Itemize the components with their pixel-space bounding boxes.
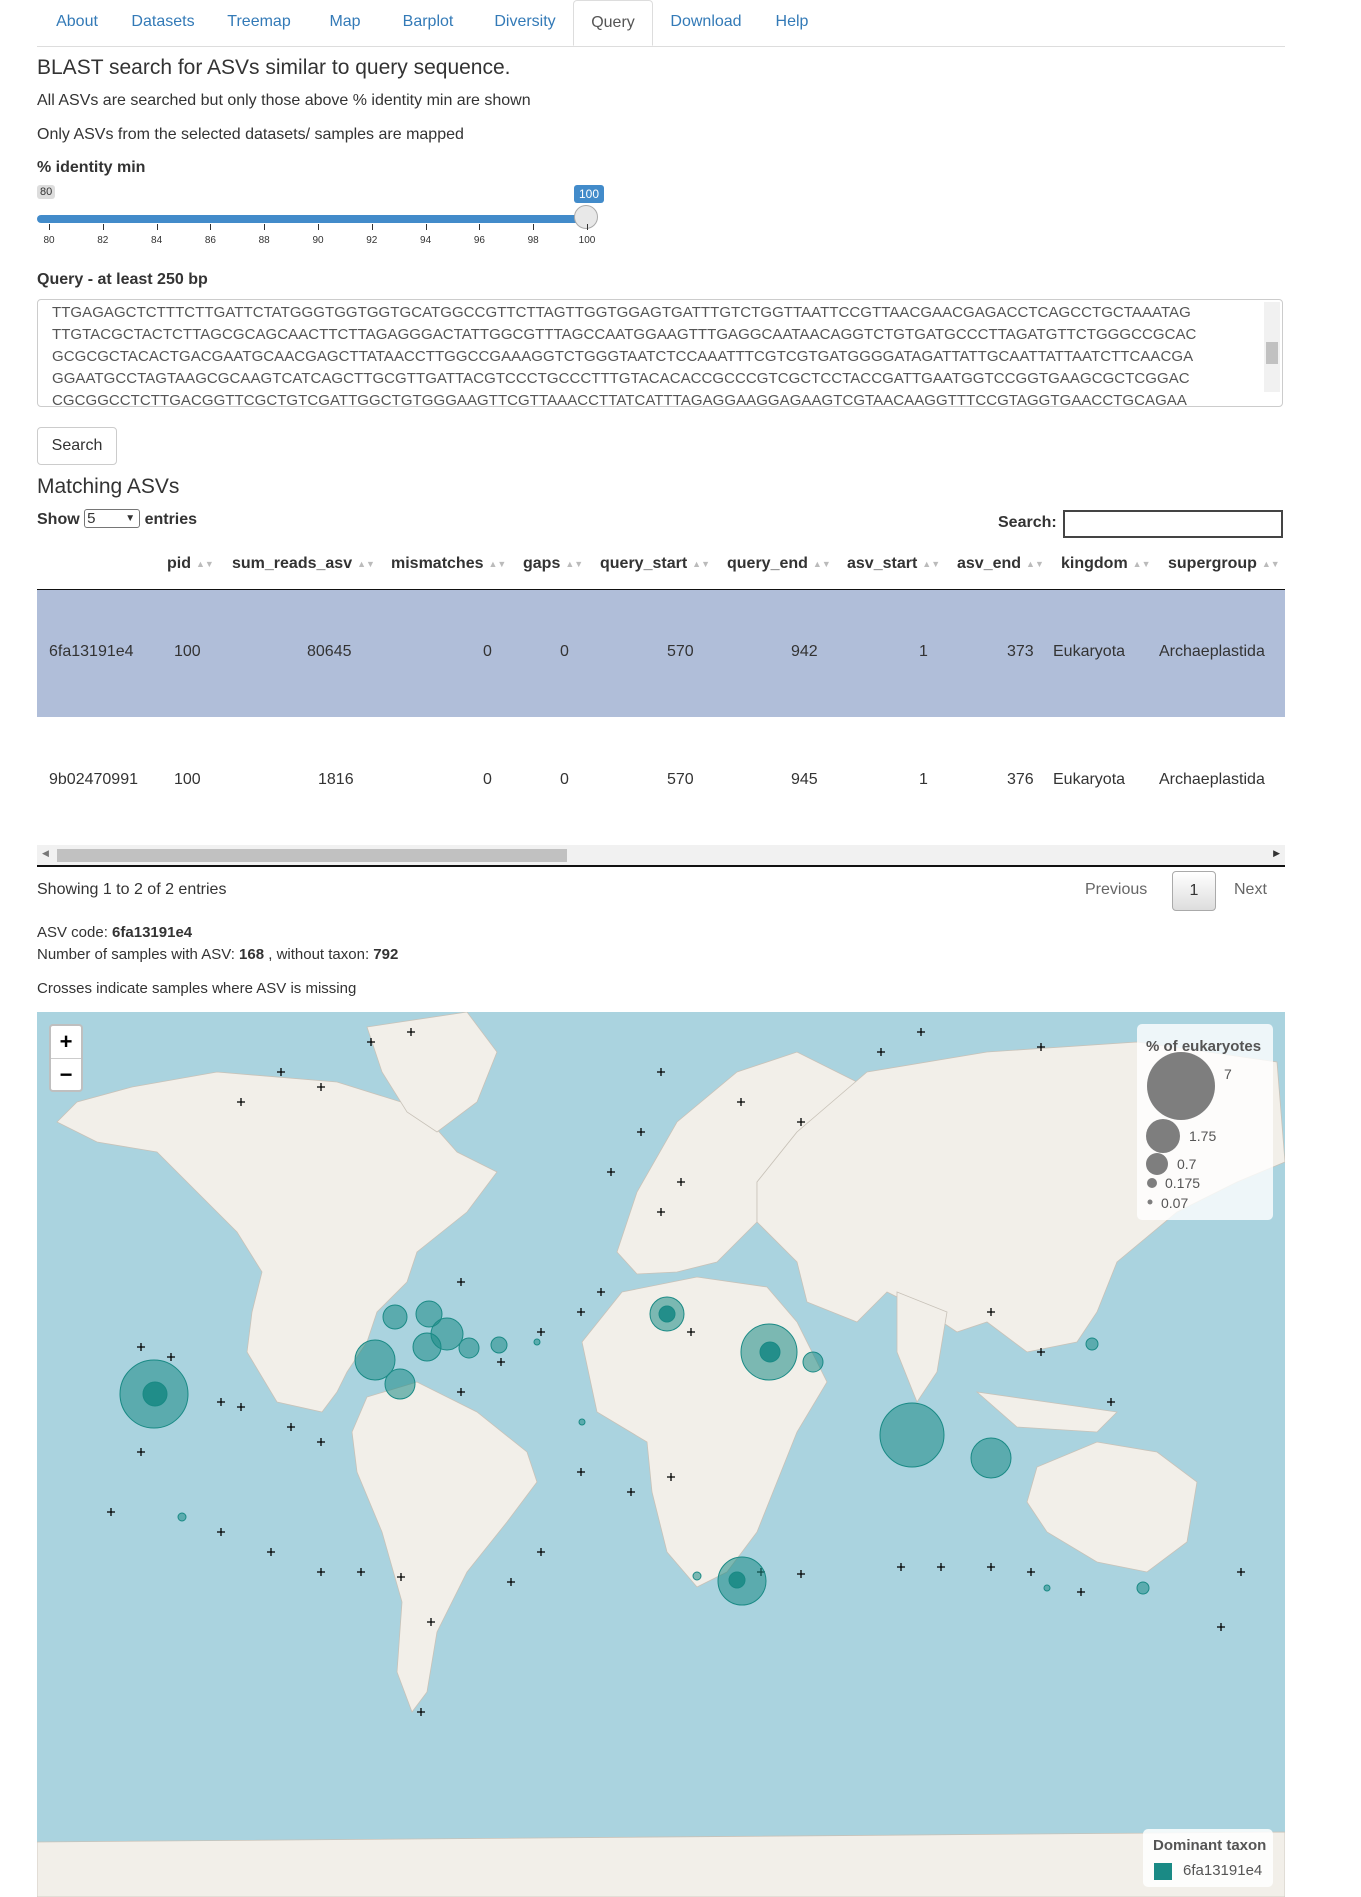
slider-tick — [264, 224, 266, 230]
indonesia-land — [975, 1391, 1118, 1433]
slider-tick-label: 98 — [527, 235, 539, 246]
slider-tick-label: 84 — [151, 235, 163, 246]
identity-slider-track[interactable] — [37, 215, 587, 223]
antarctica-land — [37, 1831, 1285, 1897]
slider-tick — [318, 224, 319, 230]
matching-asvs-title: Matching ASVs — [37, 475, 180, 498]
query-label: Query - at least 250 bp — [37, 271, 208, 288]
col-gaps[interactable]: gaps ▲▼ — [523, 555, 583, 573]
page-1-button[interactable]: 1 — [1172, 871, 1216, 911]
australia-land — [1026, 1441, 1198, 1573]
slider-tick-label: 92 — [366, 235, 378, 246]
tab-help[interactable]: Help — [759, 0, 825, 46]
table-row[interactable]: 9b02470991 100 1816 0 0 570 945 1 376 Eu… — [37, 718, 1285, 845]
col-supergroup[interactable]: supergroup ▲▼ — [1168, 555, 1280, 573]
col-query-start[interactable]: query_start ▲▼ — [600, 555, 710, 573]
slider-tick — [479, 224, 481, 230]
col-pid[interactable]: pid ▲▼ — [167, 555, 214, 573]
slider-tick-label: 82 — [97, 235, 109, 246]
slider-tick — [425, 224, 427, 230]
col-asv-end[interactable]: asv_end ▲▼ — [957, 555, 1044, 573]
asv-sample-count-line: Number of samples with ASV: 168 , withou… — [37, 946, 399, 963]
tab-query[interactable]: Query — [573, 0, 653, 46]
slider-tick — [210, 224, 212, 230]
col-kingdom[interactable]: kingdom ▲▼ — [1061, 555, 1151, 573]
crosses-note: Crosses indicate samples where ASV is mi… — [37, 980, 357, 997]
next-page-button[interactable]: Next — [1234, 881, 1267, 899]
slider-tick-label: 88 — [258, 235, 270, 246]
slider-tick-label: 94 — [420, 235, 432, 246]
size-legend-value: 7 — [1224, 1066, 1232, 1082]
scroll-right-icon[interactable]: ▶ — [1273, 848, 1280, 859]
tab-datasets[interactable]: Datasets — [117, 0, 209, 46]
slider-min-label: 80 — [37, 185, 56, 199]
query-sequence-text: TTGAGAGCTCTTTCTTGATTCTATGGGTGGTGGTGCATGG… — [52, 304, 1197, 407]
info-text-mapped: Only ASVs from the selected datasets/ sa… — [37, 126, 464, 143]
slider-value-label: 100 — [574, 185, 605, 203]
slider-tick-label: 100 — [578, 235, 596, 246]
size-legend-value: 1.75 — [1189, 1128, 1217, 1144]
slider-tick — [102, 224, 104, 230]
size-legend-value: 0.7 — [1177, 1156, 1197, 1172]
chevron-down-icon: ▼ — [125, 513, 136, 524]
show-entries: Show 5 ▼ entries — [37, 509, 198, 528]
entries-select[interactable]: 5 ▼ — [84, 509, 141, 528]
slider-tick-label: 90 — [312, 235, 324, 246]
tab-download[interactable]: Download — [653, 0, 759, 46]
col-query-end[interactable]: query_end ▲▼ — [727, 555, 831, 573]
tab-treemap[interactable]: Treemap — [209, 0, 309, 46]
taxon-legend-title: Dominant taxon — [1153, 1837, 1267, 1854]
query-textarea[interactable]: TTGAGAGCTCTTTCTTGATTCTATGGGTGGTGGTGCATGG… — [37, 299, 1283, 407]
size-legend-circles — [1146, 1052, 1215, 1205]
africa-land — [581, 1276, 828, 1588]
slider-ticks: 80 82 84 86 88 90 92 94 96 98 100 — [37, 224, 597, 254]
col-mismatches[interactable]: mismatches ▲▼ — [391, 555, 506, 573]
tab-map[interactable]: Map — [309, 0, 381, 46]
world-map[interactable]: + − % of eukaryotes 7 1.75 0.7 0.175 0.0… — [37, 1012, 1285, 1897]
size-legend-value: 0.175 — [1165, 1175, 1201, 1191]
tab-about[interactable]: About — [37, 0, 117, 46]
slider-tick — [587, 224, 588, 230]
search-button[interactable]: Search — [37, 427, 117, 465]
south-america-land — [351, 1381, 538, 1713]
table-search-label: Search: — [998, 514, 1057, 531]
table-header: pid ▲▼ sum_reads_asv ▲▼ mismatches ▲▼ gaps ▲… — [37, 547, 1285, 591]
tab-diversity[interactable]: Diversity — [475, 0, 575, 46]
tab-barplot[interactable]: Barplot — [381, 0, 475, 46]
identity-slider-label: % identity min — [37, 159, 146, 176]
map-base — [37, 1012, 1285, 1897]
taxon-legend: Dominant taxon 6fa13191e4 — [1143, 1829, 1273, 1887]
table-row[interactable]: 6fa13191e4 100 80645 0 0 570 942 1 373 E… — [37, 590, 1285, 717]
taxon-color-swatch — [1154, 1863, 1172, 1880]
asv-code-line: ASV code: 6fa13191e4 — [37, 924, 193, 941]
textarea-scrollbar[interactable] — [1264, 302, 1280, 392]
info-text-search: All ASVs are searched but only those abo… — [37, 92, 531, 109]
col-asv-start[interactable]: asv_start ▲▼ — [847, 555, 940, 573]
zoom-out-button[interactable]: − — [51, 1059, 81, 1091]
slider-tick — [371, 224, 373, 230]
col-sum-reads[interactable]: sum_reads_asv ▲▼ — [232, 555, 375, 573]
table-search-input[interactable] — [1063, 510, 1283, 538]
page-title: BLAST search for ASVs similar to query s… — [37, 56, 511, 79]
slider-tick-label: 96 — [473, 235, 485, 246]
size-legend: % of eukaryotes 7 1.75 0.7 0.175 0.07 — [1137, 1024, 1273, 1220]
prev-page-button[interactable]: Previous — [1085, 881, 1147, 899]
slider-tick — [533, 224, 535, 230]
slider-tick — [156, 224, 158, 230]
table-horizontal-scrollbar[interactable]: ◀ ▶ — [37, 845, 1285, 867]
zoom-in-button[interactable]: + — [51, 1026, 81, 1059]
scroll-left-icon[interactable]: ◀ — [42, 848, 49, 859]
taxon-legend-label: 6fa13191e4 — [1183, 1862, 1263, 1879]
table-info: Showing 1 to 2 of 2 entries — [37, 881, 227, 898]
slider-tick-label: 86 — [204, 235, 216, 246]
slider-tick-label: 80 — [43, 235, 55, 246]
slider-tick — [49, 224, 50, 230]
size-legend-value: 0.07 — [1161, 1195, 1189, 1211]
zoom-control: + − — [49, 1024, 83, 1092]
nav-tabs: About Datasets Treemap Map Barplot Diver… — [37, 0, 1285, 47]
